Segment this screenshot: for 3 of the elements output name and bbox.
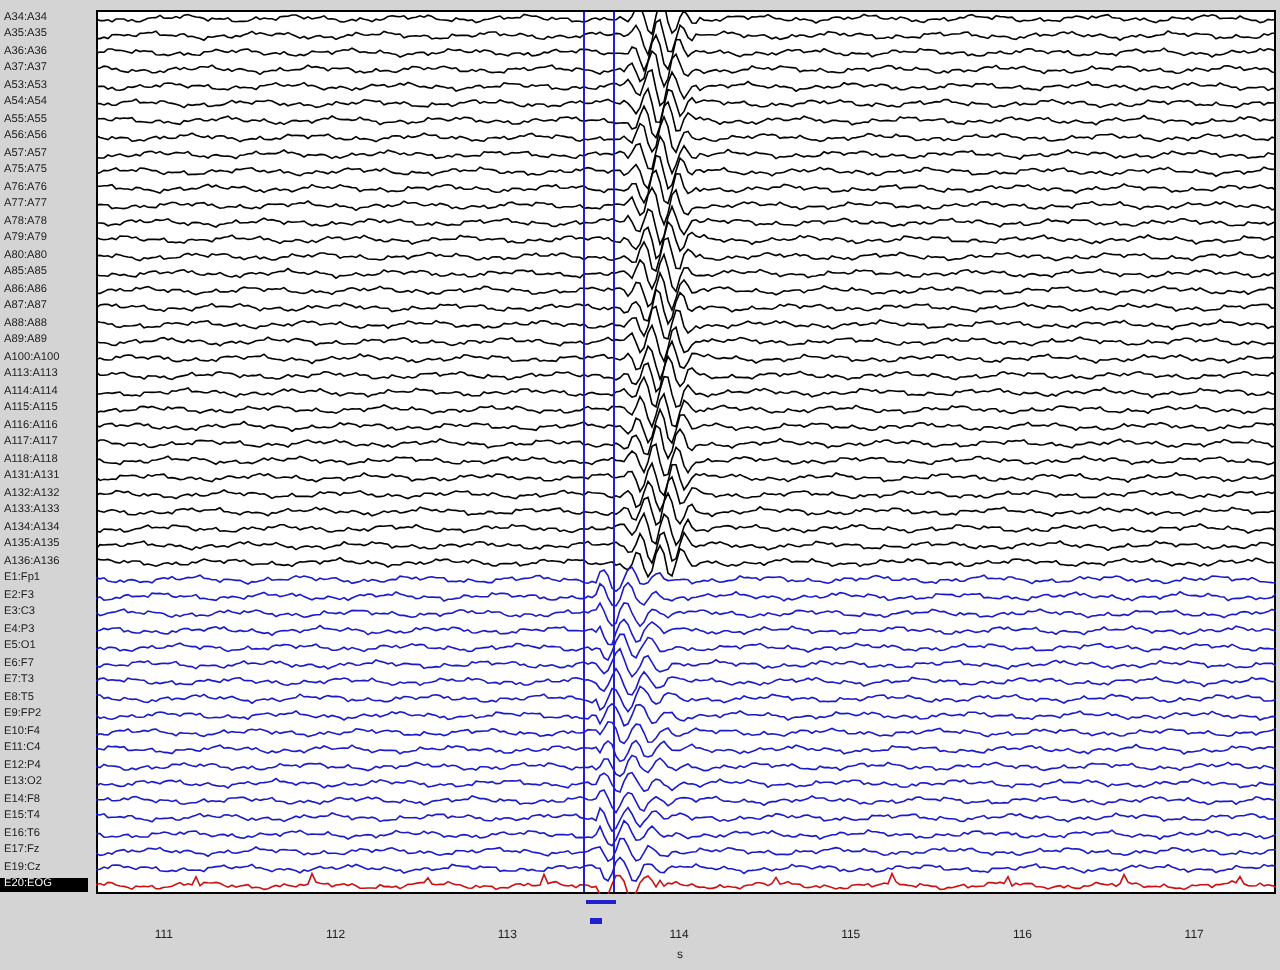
marker-dash xyxy=(590,918,602,924)
cursor-line[interactable] xyxy=(613,11,615,893)
cursor-line[interactable] xyxy=(583,11,585,893)
